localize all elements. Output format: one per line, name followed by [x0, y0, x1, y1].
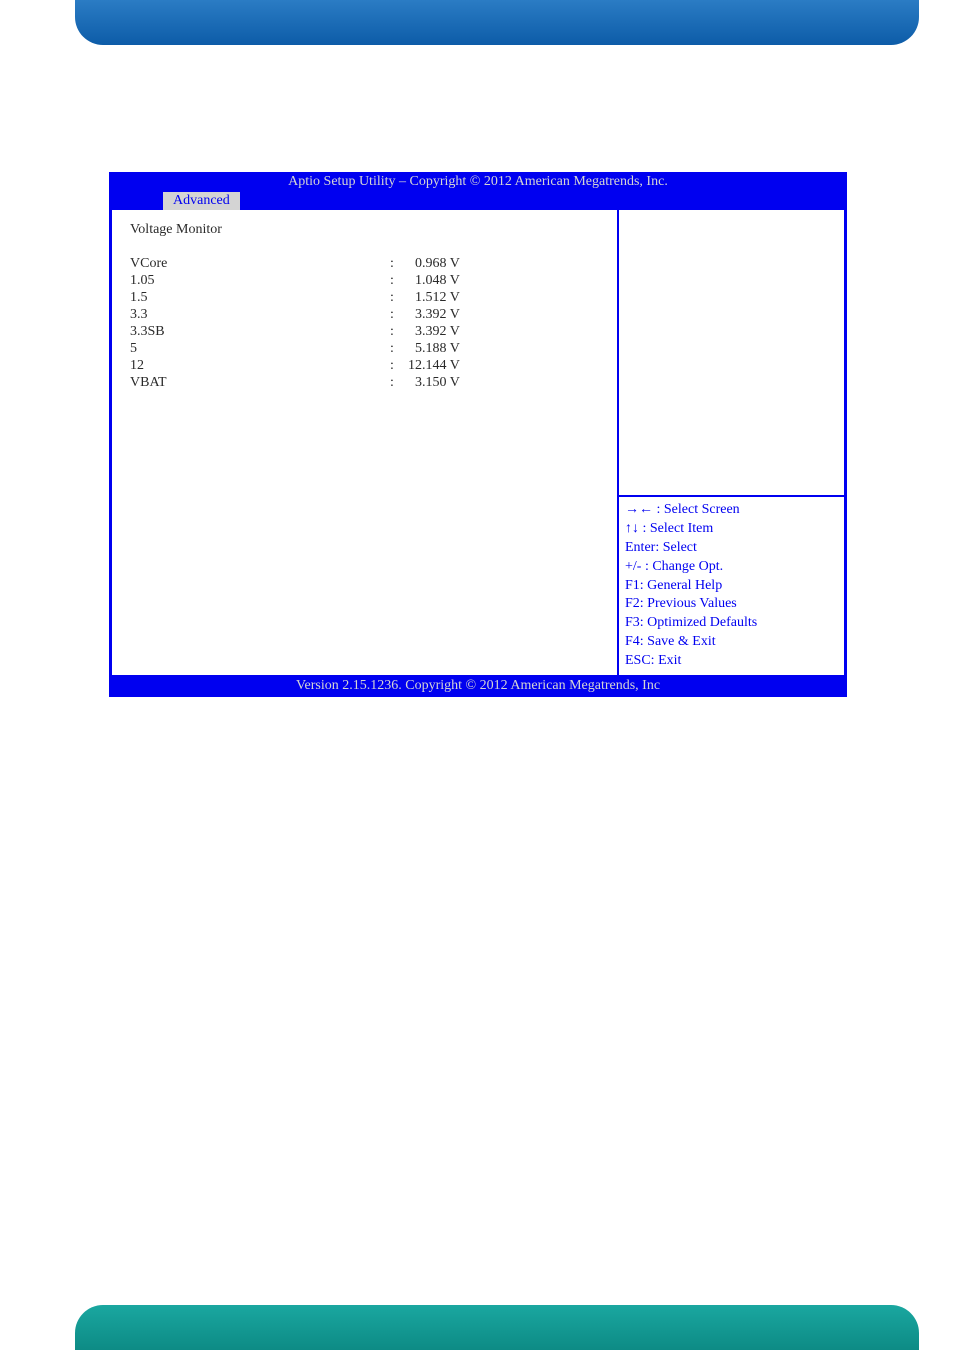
help-enter-select: Enter: Select	[625, 539, 838, 558]
side-panel: →← : Select Screen ↑↓ : Select Item Ente…	[619, 210, 844, 675]
tab-label: Advanced	[173, 193, 230, 208]
reading-value-3-3: 3.392 V	[408, 307, 599, 323]
voltage-readings: VCore : 0.968 V 1.05 : 1.048 V 1.5 : 1.5…	[130, 256, 599, 391]
reading-label-3-3: 3.3	[130, 307, 390, 323]
help-optimized-defaults: F3: Optimized Defaults	[625, 614, 838, 633]
tab-advanced[interactable]: Advanced	[163, 192, 240, 210]
reading-colon: :	[390, 307, 408, 323]
reading-colon: :	[390, 273, 408, 289]
bios-title-bar: Aptio Setup Utility – Copyright © 2012 A…	[109, 172, 847, 192]
reading-value-3-3sb: 3.392 V	[408, 324, 599, 340]
reading-value-1-05: 1.048 V	[408, 273, 599, 289]
help-select-item: ↑↓ : Select Item	[625, 520, 838, 539]
reading-value-5: 5.188 V	[408, 341, 599, 357]
help-select-screen: →← : Select Screen	[625, 501, 838, 520]
help-change-opt: +/- : Change Opt.	[625, 558, 838, 577]
page-top-decoration	[75, 0, 919, 45]
reading-value-vbat: 3.150 V	[408, 375, 599, 391]
bios-footer-bar: Version 2.15.1236. Copyright © 2012 Amer…	[109, 675, 847, 697]
reading-value-12: 12.144 V	[408, 358, 599, 374]
reading-label-3-3sb: 3.3SB	[130, 324, 390, 340]
bios-body: Voltage Monitor VCore : 0.968 V 1.05 : 1…	[109, 210, 847, 675]
main-panel: Voltage Monitor VCore : 0.968 V 1.05 : 1…	[112, 210, 619, 675]
help-previous-values: F2: Previous Values	[625, 595, 838, 614]
key-help-panel: →← : Select Screen ↑↓ : Select Item Ente…	[619, 497, 844, 675]
help-general-help: F1: General Help	[625, 577, 838, 596]
menu-tab-row: Advanced	[109, 192, 847, 210]
bios-title-text: Aptio Setup Utility – Copyright © 2012 A…	[288, 174, 668, 189]
reading-value-1-5: 1.512 V	[408, 290, 599, 306]
reading-colon: :	[390, 290, 408, 306]
reading-label-5: 5	[130, 341, 390, 357]
reading-colon: :	[390, 358, 408, 374]
reading-colon: :	[390, 324, 408, 340]
help-save-exit: F4: Save & Exit	[625, 633, 838, 652]
reading-label-12: 12	[130, 358, 390, 374]
reading-colon: :	[390, 341, 408, 357]
reading-label-vcore: VCore	[130, 256, 390, 272]
reading-colon: :	[390, 375, 408, 391]
reading-label-vbat: VBAT	[130, 375, 390, 391]
bios-setup-window: Aptio Setup Utility – Copyright © 2012 A…	[109, 172, 847, 697]
description-panel	[619, 210, 844, 495]
bios-footer-text: Version 2.15.1236. Copyright © 2012 Amer…	[296, 678, 660, 693]
page-bottom-decoration	[75, 1305, 919, 1350]
help-esc-exit: ESC: Exit	[625, 652, 838, 671]
reading-colon: :	[390, 256, 408, 272]
reading-label-1-05: 1.05	[130, 273, 390, 289]
section-title: Voltage Monitor	[130, 222, 599, 238]
reading-label-1-5: 1.5	[130, 290, 390, 306]
reading-value-vcore: 0.968 V	[408, 256, 599, 272]
